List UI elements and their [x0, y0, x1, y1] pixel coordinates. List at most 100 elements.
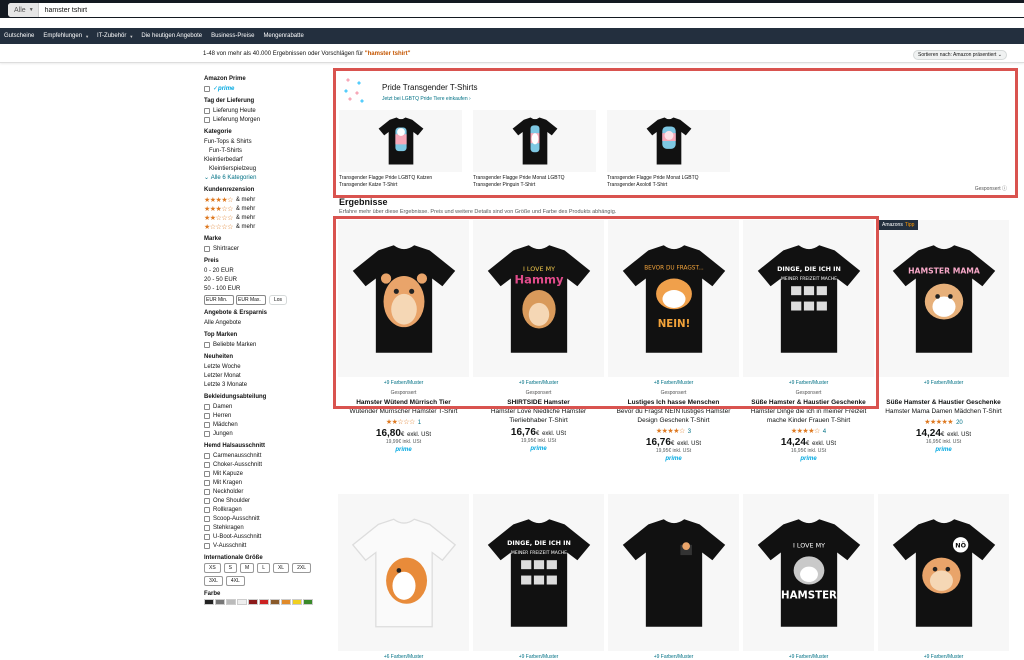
checkbox[interactable] [204, 524, 210, 531]
color-swatch[interactable] [237, 599, 247, 605]
product-caption[interactable]: Transgender Pinguin T-Shirt [473, 182, 535, 188]
product-title[interactable]: Hamster Dinge die ich in meiner Freizeit… [743, 407, 874, 425]
color-options-link[interactable]: +9 Farben/Muster [878, 654, 1009, 660]
checkbox[interactable] [204, 497, 210, 504]
checkbox[interactable] [204, 421, 210, 428]
color-swatch[interactable] [204, 599, 214, 605]
sponsored-store-link[interactable]: Jetzt bei LGBTQ Pride Tiere einkaufen › [382, 96, 471, 102]
rating-count[interactable]: 1 [418, 420, 421, 426]
deals-link[interactable]: Alle Angebote [204, 318, 328, 327]
brand-filter[interactable]: Shirtracer [204, 244, 328, 253]
category-link[interactable]: Kleintierbedarf [204, 155, 328, 164]
results-subtitle[interactable]: Erfahre mehr über diese Ergebnisse. Prei… [339, 209, 616, 215]
prime-filter[interactable]: ✓ prime [204, 84, 328, 93]
color-options-link[interactable]: +9 Farben/Muster [473, 654, 604, 660]
product-card[interactable]: DINGE, DIE ICH IN MEINER FREIZEIT MACHE +… [473, 494, 604, 660]
checkbox[interactable] [204, 403, 210, 410]
nav-empfehlungen[interactable]: Empfehlungen [43, 33, 82, 39]
delivery-tomorrow-filter[interactable]: Lieferung Morgen [204, 115, 328, 124]
neck-filter[interactable]: Mit Kragen [204, 478, 328, 487]
dept-filter[interactable]: Herren [204, 411, 328, 420]
color-options-link[interactable]: +9 Farben/Muster [743, 654, 874, 660]
checkbox[interactable] [204, 412, 210, 419]
product-image[interactable]: NÖ [878, 494, 1009, 651]
dept-filter[interactable]: Jungen [204, 429, 328, 438]
review-filter-3[interactable]: ★★★☆☆ & mehr [204, 204, 328, 213]
size-option[interactable]: L [257, 563, 270, 573]
new-link[interactable]: Letzte 3 Monate [204, 380, 328, 389]
nav-mengenrabatte[interactable]: Mengenrabatte [263, 33, 303, 39]
size-option[interactable]: XS [204, 563, 221, 573]
nav-business[interactable]: Business-Preise [211, 33, 254, 39]
neck-filter[interactable]: Mit Kapuze [204, 469, 328, 478]
rating-count[interactable]: 20 [956, 420, 963, 426]
price-range-link[interactable]: 50 - 100 EUR [204, 284, 328, 293]
nav-gutscheine[interactable]: Gutscheine [4, 33, 34, 39]
color-swatch[interactable] [259, 599, 269, 605]
size-option[interactable]: 2XL [292, 563, 311, 573]
rating-count[interactable]: 3 [688, 429, 691, 435]
sort-dropdown[interactable]: Sortieren nach: Amazon präsentiert ⌄ [913, 50, 1007, 60]
color-swatch[interactable] [215, 599, 225, 605]
sponsored-title[interactable]: Pride Transgender T-Shirts [382, 83, 477, 92]
product-card[interactable]: I LOVE MY HAMSTER +9 Farben/Muster [743, 494, 874, 660]
product-caption[interactable]: Transgender Flagge Pride Monat LGBTQ [607, 175, 699, 181]
color-options-link[interactable]: +9 Farben/Muster [878, 380, 1009, 386]
product-card[interactable]: +6 Farben/Muster [338, 494, 469, 660]
category-link[interactable]: Fun-T-Shirts [204, 146, 328, 155]
star-rating-icon[interactable]: ★★★★☆ [791, 428, 820, 435]
star-rating-icon[interactable]: ★★★★★ [924, 419, 953, 426]
product-caption[interactable]: Transgender Flagge Pride Monat LGBTQ [473, 175, 565, 181]
rating-count[interactable]: 4 [823, 429, 826, 435]
product-image[interactable]: I LOVE MY HAMSTER [743, 494, 874, 651]
product-image[interactable] [339, 110, 462, 172]
neck-filter[interactable]: V-Ausschnitt [204, 541, 328, 550]
product-image[interactable] [473, 110, 596, 172]
size-option[interactable]: M [240, 563, 255, 573]
product-image[interactable]: DINGE, DIE ICH IN MEINER FREIZEIT MACHE [473, 494, 604, 651]
price-max-input[interactable]: EUR Max. [236, 295, 266, 305]
checkbox[interactable] [204, 488, 210, 495]
product-caption[interactable]: Transgender Katze T-Shirt [339, 182, 397, 188]
checkbox[interactable] [204, 515, 210, 522]
size-option[interactable]: 3XL [204, 576, 223, 586]
checkbox[interactable] [204, 461, 210, 468]
color-options-link[interactable]: +9 Farben/Muster [608, 654, 739, 660]
size-option[interactable]: 4XL [225, 576, 245, 586]
neck-filter[interactable]: Carmenausschnitt [204, 451, 328, 460]
sponsored-product[interactable]: Transgender Flagge Pride Monat LGBTQ Tran… [473, 110, 596, 189]
new-link[interactable]: Letzter Monat [204, 371, 328, 380]
product-image[interactable] [608, 494, 739, 651]
product-title[interactable]: Hamster Mama Damen Mädchen T-Shirt [878, 407, 1009, 416]
product-card[interactable]: NÖ +9 Farben/Muster [878, 494, 1009, 660]
nav-angebote[interactable]: Die heutigen Angebote [141, 33, 202, 39]
all-categories-link[interactable]: ⌄ Alle 6 Kategorien [204, 173, 328, 182]
checkbox[interactable] [204, 542, 210, 549]
color-swatch[interactable] [270, 599, 280, 605]
dept-filter[interactable]: Mädchen [204, 420, 328, 429]
nav-it-zubehoer[interactable]: IT-Zubehör [97, 33, 126, 39]
checkbox[interactable] [204, 470, 210, 477]
review-filter-1[interactable]: ★☆☆☆☆ & mehr [204, 222, 328, 231]
price-range-link[interactable]: 0 - 20 EUR [204, 266, 328, 275]
category-link[interactable]: Fun-Tops & Shirts [204, 137, 328, 146]
product-image[interactable] [607, 110, 730, 172]
search-input[interactable] [44, 6, 645, 14]
checkbox[interactable] [204, 116, 210, 123]
neck-filter[interactable]: Neckholder [204, 487, 328, 496]
color-options-link[interactable]: +6 Farben/Muster [338, 654, 469, 660]
product-title[interactable]: Bevor du Fragst NEIN lustiges Hamster De… [608, 407, 739, 425]
product-caption[interactable]: Transgender Flagge Pride LGBTQ Katzen [339, 175, 432, 181]
color-swatch[interactable] [281, 599, 291, 605]
review-filter-2[interactable]: ★★☆☆☆ & mehr [204, 213, 328, 222]
color-swatch[interactable] [303, 599, 313, 605]
checkbox[interactable] [204, 107, 210, 114]
neck-filter[interactable]: One Shoulder [204, 496, 328, 505]
department-select[interactable]: Alle ▼ [8, 3, 39, 17]
checkbox[interactable] [204, 245, 210, 252]
color-swatch[interactable] [292, 599, 302, 605]
neck-filter[interactable]: Choker-Ausschnitt [204, 460, 328, 469]
product-title[interactable]: Hamster Love Niedliche Hamster Tierliebh… [473, 407, 604, 425]
size-option[interactable]: XL [272, 563, 290, 573]
sponsored-footer[interactable]: Gesponsert ⓘ [975, 185, 1007, 192]
